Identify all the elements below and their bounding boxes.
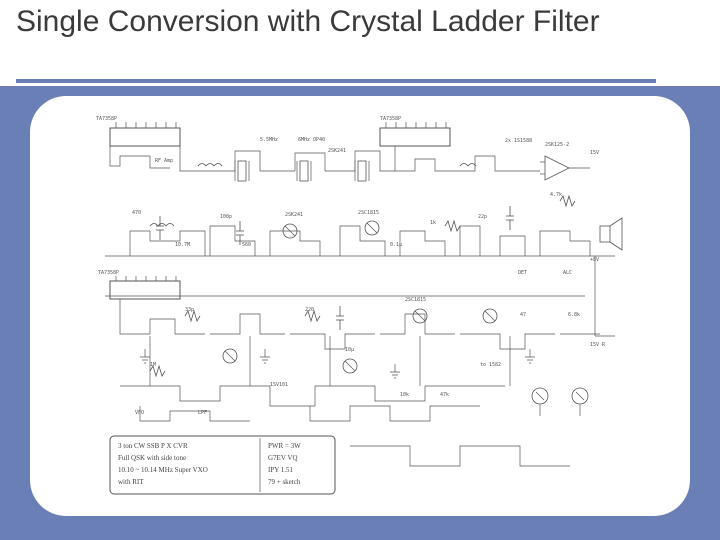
label: 5.5MHz (260, 137, 278, 143)
label: to 1582 (480, 362, 501, 368)
slide-title: Single Conversion with Crystal Ladder Fi… (16, 4, 600, 40)
label: 470 (132, 210, 141, 216)
label: VFO (135, 410, 144, 416)
note-line: with RIT (118, 478, 144, 486)
label: 10.7M (175, 242, 190, 248)
label: 220 (305, 307, 314, 313)
label: RF Amp (155, 158, 173, 164)
ic-label: TA7358P (98, 270, 119, 276)
label: 22p (478, 214, 487, 220)
note-line: Full QSK with side tone (118, 454, 186, 462)
schematic-diagram: TA7358P TA7358P (90, 106, 630, 506)
label: 2x 1S1588 (505, 138, 532, 144)
label: 10µ (345, 347, 354, 353)
label: 6.8k (568, 312, 580, 318)
ic-label: TA7358P (380, 116, 401, 122)
note-line: 3 ton CW SSB P X CVR (118, 442, 188, 450)
label: 4.7k (550, 192, 562, 198)
content-card: TA7358P TA7358P (30, 96, 690, 516)
label: 1SV101 (270, 382, 288, 388)
label: 10k (400, 392, 409, 398)
note-line: IPY 1.51 (268, 466, 294, 474)
label: 1k (430, 220, 436, 226)
label: 2SC1815 (358, 210, 379, 216)
note-line: PWR = 3W (268, 442, 301, 450)
label: 560 (242, 242, 251, 248)
title-underline (16, 79, 656, 83)
label: 0.1µ (390, 242, 402, 248)
label: 15V (590, 150, 599, 156)
label: 2SK241 (285, 212, 303, 218)
note-line: G7EV VQ (268, 454, 298, 462)
label: 33p (185, 307, 194, 313)
label: 6MHz OP40 (298, 137, 325, 143)
note-line: 79 + sketch (268, 478, 301, 486)
label: 1M (150, 362, 156, 368)
note-line: 10.10 ~ 10.14 MHz Super VXO (118, 466, 208, 474)
label: 15V R (590, 342, 606, 348)
label: DET (518, 270, 527, 276)
label: 100p (220, 214, 232, 220)
label: +8V (590, 257, 599, 263)
ic-label: TA7358P (96, 116, 117, 122)
label: 2SC1815 (405, 297, 426, 303)
label: 2SK125-2 (545, 142, 569, 148)
label: ALC (563, 270, 572, 276)
label: 47k (440, 392, 449, 398)
label: 47 (520, 312, 526, 318)
label: 2SK241 (328, 148, 346, 154)
